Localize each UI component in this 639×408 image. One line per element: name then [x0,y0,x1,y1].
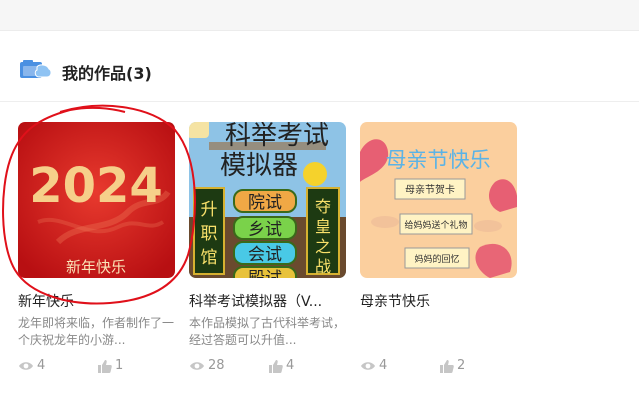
thumbs-up-icon[interactable] [98,359,112,373]
work-stats: 4 1 [18,358,175,374]
work-thumbnail[interactable]: 母亲节快乐 母亲节贺卡 给妈妈送个礼物 妈妈的回忆 [360,122,517,278]
svg-text:馆: 馆 [201,248,218,268]
thumb-btn-3: 会试 [248,245,282,265]
thumbs-up-icon[interactable] [440,359,454,373]
work-thumbnail[interactable]: 2024 新年快乐 [18,122,175,278]
top-bar [0,0,639,31]
thumb-year-text: 2024 [29,158,163,214]
work-description: 本作品模拟了古代科举考试，经过答题可以升值... [189,316,346,347]
work-description [360,315,517,351]
svg-text:职: 职 [201,224,218,244]
likes-stat[interactable]: 2 [440,358,465,373]
thumb-heading-text: 母亲节快乐 [386,148,491,172]
work-title[interactable]: 新年快乐 [18,291,175,311]
thumb-heading-text: 科举考试 [225,122,329,151]
thumb-label-1: 母亲节贺卡 [405,183,455,196]
work-card-exam-simulator[interactable]: 科举考试 模拟器 升 职 馆 夺 皇 之 战 院试 乡试 会试 殿试 科举考试模… [189,122,346,382]
work-stats: 4 2 [360,358,517,374]
views-count: 28 [208,358,225,373]
eye-icon [19,361,33,370]
svg-text:战: 战 [315,257,331,276]
work-stats: 28 4 [189,358,346,374]
eye-icon [361,361,375,370]
section-title: 我的作品(3) [62,64,152,83]
thumb-label-2: 给妈妈送个礼物 [404,219,467,231]
thumb-btn-1: 院试 [248,193,282,213]
svg-text:皇: 皇 [315,217,331,236]
svg-text:升: 升 [201,200,218,220]
views-count: 4 [379,358,388,373]
thumbs-up-icon[interactable] [269,359,283,373]
work-title[interactable]: 母亲节快乐 [360,291,517,311]
thumb-btn-4: 殿试 [248,269,282,278]
views-stat: 28 [189,358,225,373]
thumb-label-3: 妈妈的回忆 [414,253,459,265]
svg-text:夺: 夺 [315,197,331,216]
likes-count: 4 [286,358,295,373]
work-card-mothers-day[interactable]: 母亲节快乐 母亲节贺卡 给妈妈送个礼物 妈妈的回忆 母亲节快乐 4 2 [360,122,517,382]
likes-stat[interactable]: 4 [269,358,294,373]
thumb-btn-2: 乡试 [248,220,282,240]
work-card-new-year[interactable]: 2024 新年快乐 新年快乐 龙年即将来临，作者制作了一个庆祝龙年的小游... … [18,122,175,382]
views-count: 4 [37,358,46,373]
likes-stat[interactable]: 1 [98,358,123,373]
views-stat: 4 [18,358,45,373]
work-title[interactable]: 科举考试模拟器（V... [189,291,346,311]
work-description: 龙年即将来临，作者制作了一个庆祝龙年的小游... [18,316,175,347]
thumb-caption-text: 新年快乐 [66,258,126,276]
views-stat: 4 [360,358,387,373]
work-thumbnail[interactable]: 科举考试 模拟器 升 职 馆 夺 皇 之 战 院试 乡试 会试 殿试 [189,122,346,278]
likes-count: 2 [457,358,466,373]
likes-count: 1 [115,358,124,373]
svg-text:之: 之 [315,237,331,256]
eye-icon [190,361,204,370]
works-folder-icon [20,60,52,78]
thumb-heading2-text: 模拟器 [220,151,298,181]
